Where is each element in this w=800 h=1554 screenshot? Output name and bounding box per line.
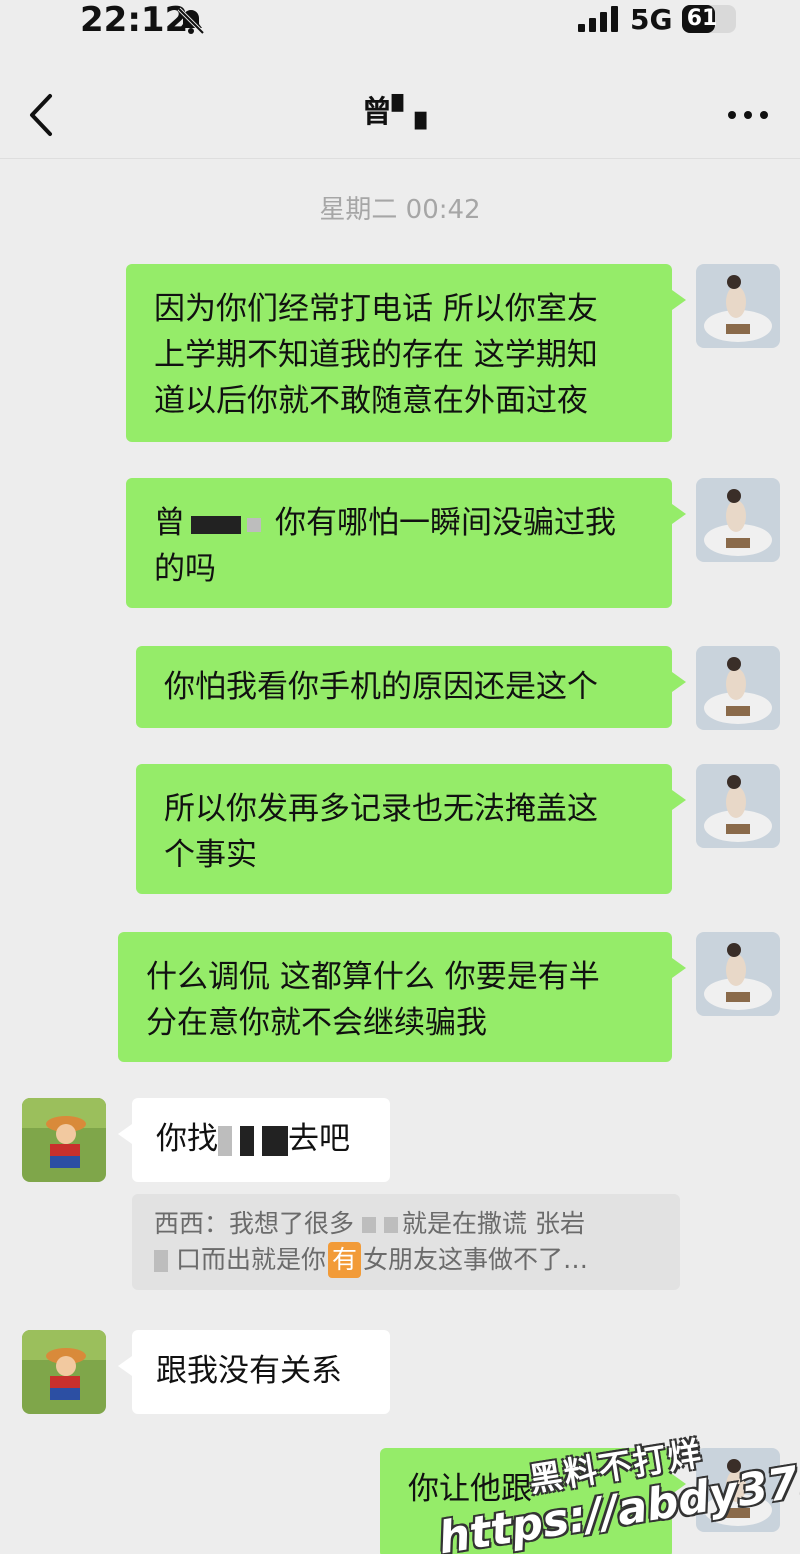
chat-screen: 22:12 5G 61 曾▘▖ 星期二 00:42 因为你们经常打电话 所以你室… [0, 0, 800, 1554]
battery-icon: 61 [682, 5, 736, 33]
quote-text: 西西：我想了很多 [154, 1209, 355, 1238]
message-prefix: 曾 [154, 505, 185, 541]
more-icon[interactable] [726, 100, 770, 130]
header-divider [0, 158, 800, 159]
message-bubble-6[interactable]: 你找 去吧 [118, 1098, 390, 1182]
contact-avatar[interactable] [22, 1098, 106, 1182]
redacted-block [362, 1217, 377, 1233]
back-icon[interactable] [22, 90, 62, 140]
message-bubble-5[interactable]: 什么调侃 这都算什么 你要是有半 分在意你就不会继续骗我 [118, 932, 686, 1062]
my-avatar[interactable] [696, 932, 780, 1016]
message-bubble-1[interactable]: 因为你们经常打电话 所以你室友 上学期不知道我的存在 这学期知 道以后你就不敢随… [126, 264, 686, 442]
my-avatar[interactable] [696, 764, 780, 848]
my-avatar[interactable] [696, 264, 780, 348]
quote-text: 就是在撒谎 张岩 [402, 1209, 585, 1238]
quote-text: 女朋友这事做不了… [363, 1245, 589, 1274]
my-avatar[interactable] [696, 646, 780, 730]
quoted-message[interactable]: 西西：我想了很多 就是在撒谎 张岩 口而出就是你有女朋友这事做不了… [132, 1194, 680, 1290]
highlight-badge: 有 [328, 1242, 362, 1278]
chat-timestamp: 星期二 00:42 [319, 195, 481, 225]
contact-avatar[interactable] [22, 1330, 106, 1414]
status-time: 22:12 [80, 0, 189, 40]
message-text-pre: 你找 [156, 1121, 218, 1157]
contact-name: 曾▘▖ [361, 95, 439, 130]
message-bubble-3[interactable]: 你怕我看你手机的原因还是这个 [136, 646, 686, 728]
message-text-post: 去吧 [288, 1121, 350, 1157]
redacted-block [384, 1217, 399, 1233]
redacted-block [240, 1125, 254, 1156]
network-type: 5G [630, 3, 673, 36]
quote-text: 口而出就是你 [176, 1245, 327, 1274]
message-bubble-2[interactable]: 曾你有哪怕一瞬间没骗过我 的吗 [126, 478, 686, 608]
message-bubble-7[interactable]: 跟我没有关系 [118, 1330, 390, 1414]
redacted-block [247, 517, 261, 532]
signal-icon [578, 6, 618, 32]
my-avatar[interactable] [696, 478, 780, 562]
bell-muted-icon [177, 7, 205, 35]
redacted-block [218, 1125, 232, 1156]
message-bubble-4[interactable]: 所以你发再多记录也无法掩盖这 个事实 [136, 764, 686, 894]
battery-level: 61 [686, 6, 718, 31]
redacted-block [262, 1125, 288, 1156]
chat-header: 曾▘▖ [0, 70, 800, 160]
redacted-block [191, 515, 241, 534]
status-bar: 22:12 5G 61 [0, 0, 800, 60]
redacted-block [154, 1250, 168, 1272]
quote-line-1: 西西：我想了很多 就是在撒谎 张岩 [154, 1206, 658, 1242]
quote-line-2: 口而出就是你有女朋友这事做不了… [154, 1242, 658, 1278]
